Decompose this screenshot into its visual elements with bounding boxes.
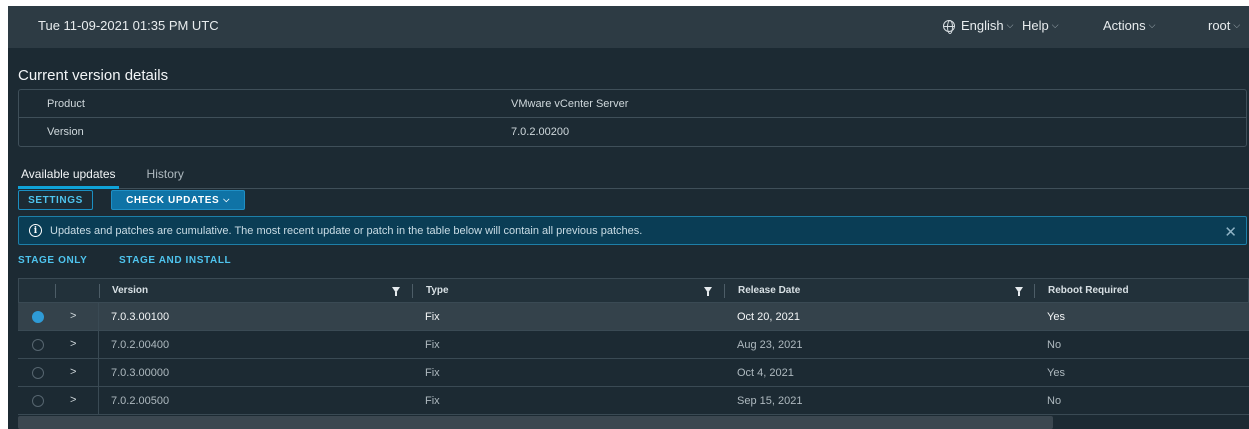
filter-icon[interactable] [1015, 287, 1023, 296]
appliance-management-window: Tue 11-09-2021 01:35 PM UTC English ⌵ He… [8, 6, 1249, 429]
column-header-release-date[interactable]: Release Date [738, 279, 800, 302]
column-header-type[interactable]: Type [426, 279, 449, 302]
language-menu-label: English [961, 18, 1004, 33]
details-value: VMware vCenter Server [511, 97, 629, 110]
row-select-radio[interactable] [32, 367, 44, 379]
help-menu-label: Help [1022, 18, 1049, 33]
close-icon[interactable]: ✕ [1224, 223, 1237, 241]
column-separator [1034, 284, 1035, 298]
cell-type: Fix [425, 338, 440, 351]
chevron-down-icon: ⌵ [1051, 20, 1059, 30]
column-separator [98, 359, 99, 386]
column-separator [98, 387, 99, 414]
cell-type: Fix [425, 394, 440, 407]
cell-version: 7.0.3.00100 [111, 310, 170, 323]
language-menu[interactable]: English ⌵ [943, 18, 1014, 34]
details-row-version: Version 7.0.2.00200 [19, 118, 1246, 146]
chevron-right-icon[interactable]: > [70, 366, 76, 378]
alert-text: Updates and patches are cumulative. The … [50, 224, 643, 237]
chevron-right-icon[interactable]: > [70, 310, 76, 322]
table-row[interactable]: > 7.0.3.00100 Fix Oct 20, 2021 Yes [18, 303, 1249, 331]
chevron-right-icon[interactable]: > [70, 394, 76, 406]
top-header-bar: Tue 11-09-2021 01:35 PM UTC English ⌵ He… [8, 6, 1249, 48]
actions-menu-label: Actions [1103, 18, 1146, 33]
user-menu-label: root [1208, 18, 1231, 33]
settings-button-label: SETTINGS [28, 194, 83, 206]
table-row[interactable]: > 7.0.3.00000 Fix Oct 4, 2021 Yes [18, 359, 1249, 387]
row-select-radio[interactable] [32, 311, 44, 323]
check-updates-button-label: CHECK UPDATES [126, 194, 220, 206]
tab-history[interactable]: History [144, 167, 187, 189]
cell-reboot-required: No [1047, 338, 1062, 351]
cell-reboot-required: Yes [1047, 310, 1065, 323]
row-select-radio[interactable] [32, 339, 44, 351]
cell-version: 7.0.2.00400 [111, 338, 170, 351]
actions-menu[interactable]: Actions ⌵ [1103, 18, 1155, 33]
cell-release-date: Oct 20, 2021 [737, 310, 800, 323]
filter-icon[interactable] [704, 287, 712, 296]
chevron-down-icon: ⌵ [1006, 20, 1014, 30]
filter-icon[interactable] [392, 287, 400, 296]
table-header-row: Version Type Release Date Reboot Require… [18, 278, 1249, 303]
details-label: Version [47, 126, 84, 138]
column-separator [99, 284, 100, 298]
chevron-down-icon: ⌵ [223, 195, 230, 204]
cell-version: 7.0.2.00500 [111, 394, 170, 407]
table-row[interactable]: > 7.0.2.00500 Fix Sep 15, 2021 No [18, 387, 1249, 415]
cell-release-date: Aug 23, 2021 [737, 338, 803, 351]
table-row[interactable]: > 7.0.2.00400 Fix Aug 23, 2021 No [18, 331, 1249, 359]
updates-tabs: Available updates History [18, 167, 1249, 189]
cell-reboot-required: No [1047, 394, 1062, 407]
horizontal-scrollbar[interactable] [18, 416, 1053, 429]
settings-button[interactable]: SETTINGS [18, 190, 93, 210]
cell-version: 7.0.3.00000 [111, 366, 170, 379]
column-separator [724, 284, 725, 298]
column-header-reboot-required[interactable]: Reboot Required [1048, 279, 1129, 302]
cell-type: Fix [425, 310, 440, 323]
column-header-version[interactable]: Version [112, 279, 148, 302]
row-select-radio[interactable] [32, 395, 44, 407]
chevron-right-icon[interactable]: > [70, 338, 76, 350]
cell-release-date: Oct 4, 2021 [737, 366, 794, 379]
stage-only-button[interactable]: STAGE ONLY [18, 255, 87, 266]
tab-available-updates[interactable]: Available updates [18, 167, 119, 189]
column-separator [98, 303, 99, 330]
info-icon: i [29, 224, 42, 237]
cell-type: Fix [425, 366, 440, 379]
column-separator [98, 331, 99, 358]
user-menu[interactable]: root ⌵ [1208, 18, 1240, 33]
details-label: Product [47, 97, 85, 110]
column-separator [55, 284, 56, 298]
cumulative-updates-alert: i Updates and patches are cumulative. Th… [18, 216, 1247, 245]
help-menu[interactable]: Help ⌵ [1022, 18, 1059, 33]
chevron-down-icon: ⌵ [1233, 20, 1241, 30]
stage-and-install-button[interactable]: STAGE AND INSTALL [119, 255, 231, 266]
current-version-title: Current version details [18, 67, 169, 84]
cell-reboot-required: Yes [1047, 366, 1065, 379]
cell-release-date: Sep 15, 2021 [737, 394, 803, 407]
column-separator [412, 284, 413, 298]
details-value: 7.0.2.00200 [511, 126, 570, 138]
chevron-down-icon: ⌵ [1148, 20, 1156, 30]
datetime-label: Tue 11-09-2021 01:35 PM UTC [38, 18, 219, 33]
current-version-details: Product VMware vCenter Server Version 7.… [18, 89, 1247, 147]
globe-icon [943, 19, 955, 34]
updates-table: Version Type Release Date Reboot Require… [18, 278, 1249, 415]
details-row-product: Product VMware vCenter Server [19, 90, 1246, 118]
check-updates-button[interactable]: CHECK UPDATES ⌵ [111, 190, 245, 210]
